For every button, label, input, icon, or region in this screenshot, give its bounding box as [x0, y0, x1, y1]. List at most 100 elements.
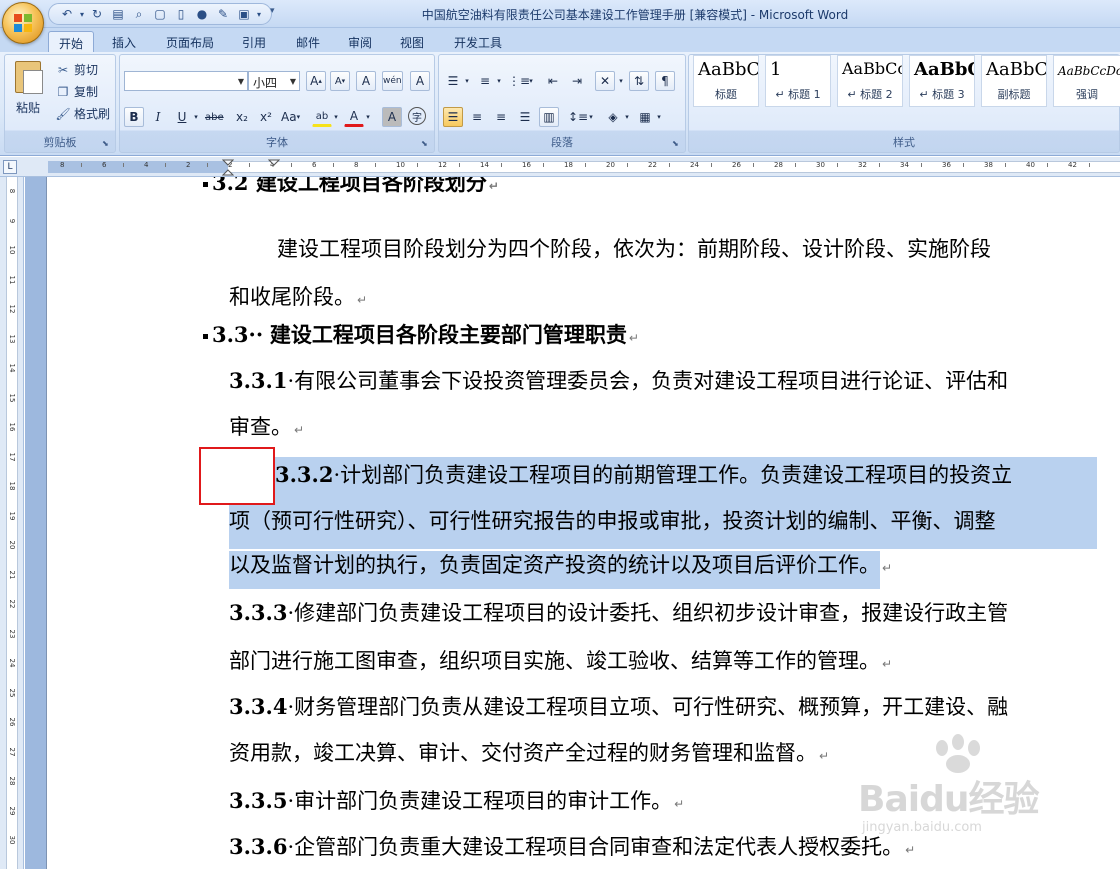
borders-dropdown-icon[interactable]: ▾	[655, 107, 663, 127]
tab-home[interactable]: 开始	[48, 31, 95, 52]
clause-number: 3.3.1	[229, 368, 288, 393]
clause-3-3-2-selected[interactable]: 项（预可行性研究）、可行性研究报告的申报或审批，投资计划的编制、平衡、调整	[229, 503, 1097, 549]
enclose-characters-button[interactable]: 字	[408, 107, 426, 125]
first-line-indent-icon[interactable]	[268, 159, 280, 167]
section-heading: 3.3·· 建设工程项目各阶段主要部门管理职责 ↵	[203, 319, 639, 349]
dialog-launcher-icon[interactable]: ⬊	[102, 139, 112, 149]
line-spacing-dropdown-icon[interactable]: ▾	[587, 107, 595, 127]
clause-3-3-2-selected[interactable]: 3.3.2·计划部门负责建设工程项目的前期管理工作。负责建设工程项目的投资立	[275, 457, 1097, 503]
style-item[interactable]: AaBbCc ↵ 标题 2	[837, 55, 903, 107]
show-marks-icon[interactable]: ¶	[655, 71, 675, 91]
bold-button[interactable]: B	[124, 107, 144, 127]
font-size-combo[interactable]: 小四 ▼	[248, 71, 300, 91]
tab-view[interactable]: 视图	[390, 31, 434, 52]
copy-button[interactable]: ❐ 复制	[55, 83, 98, 100]
style-item[interactable]: AaBbC 标题	[693, 55, 759, 107]
increase-indent-icon[interactable]: ⇥	[567, 71, 587, 91]
superscript-button[interactable]: x²	[256, 107, 276, 127]
bullets-dropdown-icon[interactable]: ▾	[463, 71, 471, 91]
clause-3-3-6: 3.3.6·企管部门负责重大建设工程项目合同审查和法定代表人授权委托。 ↵	[229, 831, 915, 861]
change-case-button[interactable]: Aa ▾	[280, 107, 301, 127]
tab-review[interactable]: 审阅	[338, 31, 382, 52]
dialog-launcher-icon[interactable]: ⬊	[421, 139, 431, 149]
chevron-down-icon: ▼	[237, 77, 244, 86]
shading-icon[interactable]: ◈	[603, 107, 623, 127]
shrink-font-button[interactable]: A ▾	[330, 71, 350, 91]
tab-mailings[interactable]: 邮件	[286, 31, 330, 52]
shading-dropdown-icon[interactable]: ▾	[623, 107, 631, 127]
italic-button[interactable]: I	[148, 107, 168, 127]
window-title: 中国航空油料有限责任公司基本建设工作管理手册 [兼容模式] - Microsof…	[421, 8, 849, 22]
multilevel-dropdown-icon[interactable]: ▾	[527, 71, 535, 91]
distributed-icon[interactable]: ▥	[539, 107, 559, 127]
numbering-dropdown-icon[interactable]: ▾	[495, 71, 503, 91]
phonetic-guide-button[interactable]: wén	[382, 71, 403, 91]
ruler-tick	[627, 163, 628, 167]
clear-formatting-button[interactable]: A	[356, 71, 376, 91]
clause-number: 3.3.3	[229, 600, 288, 625]
ruler-number: 4	[144, 161, 149, 169]
text-line: 建设工程项目阶段划分为四个阶段，依次为：前期阶段、设计阶段、实施阶段	[277, 237, 991, 261]
format-painter-button[interactable]: 🖌 格式刷	[55, 105, 110, 122]
sort-icon[interactable]: ⇅	[629, 71, 649, 91]
align-right-icon[interactable]: ≡	[491, 107, 511, 127]
chinese-layout-icon[interactable]: ✕	[595, 71, 615, 91]
strikethrough-button[interactable]: abe	[204, 107, 225, 127]
font-group: ▼ 小四 ▼ A ▴ A ▾ A wén A B I U ▾ abe x₂ x² A…	[119, 54, 435, 153]
character-shading-button[interactable]: A	[382, 107, 402, 127]
ruler-number: 8	[60, 161, 65, 169]
vertical-ruler-number: 8	[8, 188, 16, 194]
watermark-brand: Baidu经验	[858, 779, 1039, 820]
borders-icon[interactable]: ▦	[635, 107, 655, 127]
copy-icon: ❐	[57, 84, 69, 99]
align-center-icon[interactable]: ≡	[467, 107, 487, 127]
clause-3-3-2-selected[interactable]: 以及监督计划的执行，负责固定资产投资的统计以及项目后评价工作。 ↵	[229, 549, 892, 589]
decrease-indent-icon[interactable]: ⇤	[543, 71, 563, 91]
character-border-button[interactable]: A	[410, 71, 430, 91]
partial-heading-text: 3.2 建设工程项目各阶段划分	[212, 177, 487, 195]
vertical-ruler-number: 17	[8, 452, 16, 461]
line-spacing-icon[interactable]: ↕≡	[567, 107, 589, 127]
vertical-ruler-number: 18	[8, 481, 16, 491]
style-item[interactable]: AaBbCcDc 强调	[1053, 55, 1120, 107]
font-color-button[interactable]: A	[344, 107, 364, 127]
tab-page-layout[interactable]: 页面布局	[156, 31, 224, 52]
style-item[interactable]: AaBbC ↵ 标题 3	[909, 55, 975, 107]
grow-font-button[interactable]: A ▴	[306, 71, 326, 91]
numbering-icon[interactable]: ≡	[475, 71, 495, 91]
justify-icon[interactable]: ☰	[515, 107, 535, 127]
highlight-dropdown-icon[interactable]: ▾	[332, 107, 340, 127]
paste-button[interactable]: 粘贴	[11, 61, 45, 121]
tab-developer[interactable]: 开发工具	[444, 31, 512, 52]
dialog-launcher-icon[interactable]: ⬊	[672, 139, 682, 149]
format-painter-label: 格式刷	[74, 107, 111, 121]
style-item[interactable]: AaBbC 副标题	[981, 55, 1047, 107]
style-preview: AaBbC	[914, 59, 974, 80]
underline-dropdown-icon[interactable]: ▾	[192, 107, 200, 127]
paste-label: 粘贴	[15, 101, 40, 115]
font-color-dropdown-icon[interactable]: ▾	[364, 107, 372, 127]
clause-3-3-3-cont: 部门进行施工图审查，组织项目实施、竣工验收、结算等工作的管理。 ↵	[229, 645, 892, 675]
office-button[interactable]	[2, 2, 44, 44]
tab-insert[interactable]: 插入	[102, 31, 146, 52]
indent-marker-icon[interactable]	[222, 159, 234, 177]
vertical-ruler[interactable]: 8 9 10 11 12 13 14 15 16 17 18 19 20 21 22 23 24 25 26 27 28…	[0, 177, 24, 869]
bullets-icon[interactable]: ☰	[443, 71, 463, 91]
style-preview: AaBbC	[698, 59, 758, 80]
tab-selector[interactable]: L	[3, 160, 17, 174]
paragraph-group: ☰ ▾ ≡ ▾ ⋮≡ ▾ ⇤ ⇥ ✕ ▾ ⇅ ¶ ☰ ≡ ≡ ☰ ▥ ↕≡ ▾ …	[438, 54, 686, 153]
style-name: 强调	[1076, 88, 1098, 101]
highlight-button[interactable]: ab	[312, 107, 332, 127]
cut-button[interactable]: ✂ 剪切	[55, 61, 98, 78]
font-name-combo[interactable]: ▼	[124, 71, 248, 91]
subscript-button[interactable]: x₂	[232, 107, 252, 127]
style-item[interactable]: 1 ↵ 标题 1	[765, 55, 831, 107]
chinese-layout-dropdown-icon[interactable]: ▾	[617, 71, 625, 91]
align-left-icon[interactable]: ☰	[443, 107, 463, 127]
horizontal-ruler[interactable]: L 8 6 4 2 2 4 6 8 10 12 14 16 18 20 22 24 26 28 30 32 34 36 38…	[0, 157, 1120, 177]
vertical-ruler-number: 11	[8, 275, 16, 284]
tab-references[interactable]: 引用	[232, 31, 276, 52]
ruler-number: 26	[732, 161, 741, 169]
copy-label: 复制	[74, 85, 99, 99]
underline-button[interactable]: U	[172, 107, 192, 127]
